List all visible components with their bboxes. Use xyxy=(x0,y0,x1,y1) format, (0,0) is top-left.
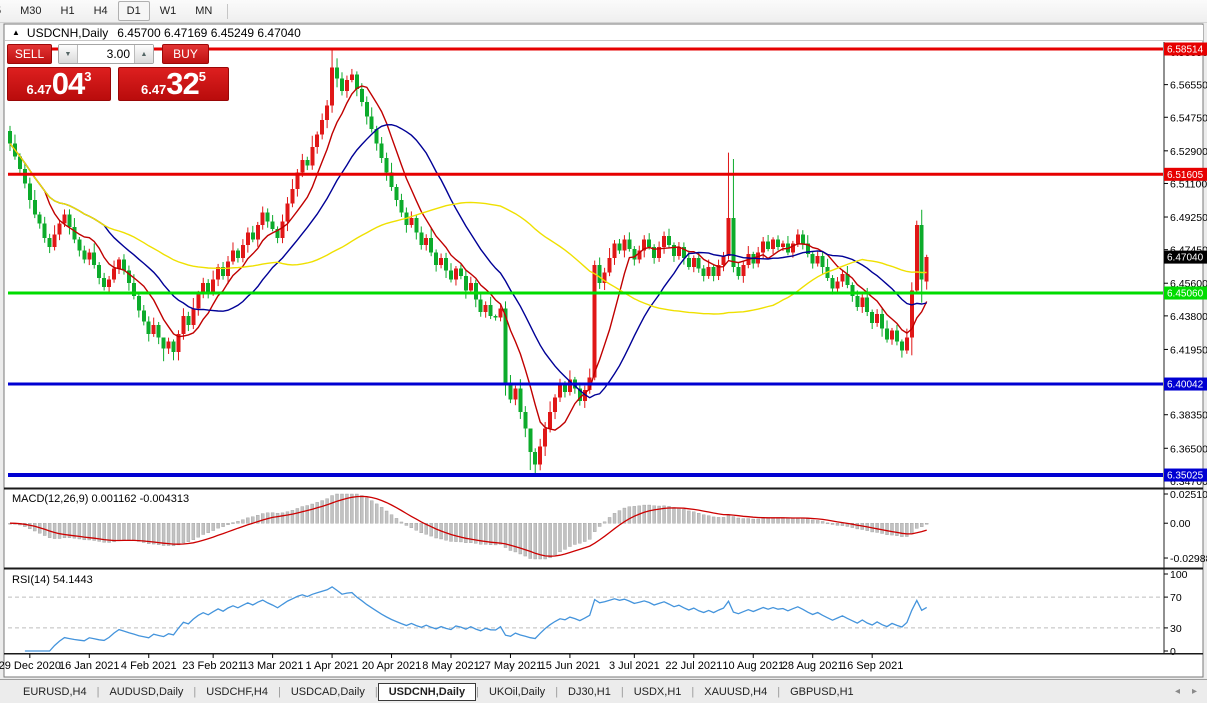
tab-dj30-h1[interactable]: DJ30,H1 xyxy=(558,683,621,701)
tab-scroll-right-icon[interactable]: ▸ xyxy=(1192,686,1197,697)
timeframe-h1[interactable]: H1 xyxy=(52,1,84,21)
chart-tab-bar: EURUSD,H4|AUDUSD,Daily|USDCHF,H4|USDCAD,… xyxy=(0,679,1207,703)
buy-button[interactable]: BUY xyxy=(162,44,209,64)
date-tick-label: 15 Jun 2021 xyxy=(540,660,601,672)
tab-usdcad-daily[interactable]: USDCAD,Daily xyxy=(281,683,375,701)
sell-button[interactable]: SELL xyxy=(7,44,52,64)
timeframe-h4[interactable]: H4 xyxy=(85,1,117,21)
collapse-chart-icon[interactable]: ▲ xyxy=(12,28,20,37)
buy-price-display[interactable]: 6.47325 xyxy=(118,67,229,101)
volume-input[interactable] xyxy=(78,45,134,63)
date-tick-label: 22 Jul 2021 xyxy=(665,660,722,672)
date-tick-label: 20 Apr 2021 xyxy=(362,660,421,672)
date-tick-label: 13 Mar 2021 xyxy=(242,660,304,672)
tab-xauusd-h4[interactable]: XAUUSD,H4 xyxy=(694,683,777,701)
date-tick-label: 29 Dec 2020 xyxy=(0,660,61,672)
timeframe-w1[interactable]: W1 xyxy=(151,1,186,21)
rsi-tick-label: 0 xyxy=(1170,646,1176,658)
timeframe-d1[interactable]: D1 xyxy=(118,1,150,21)
date-tick-label: 16 Sep 2021 xyxy=(841,660,903,672)
price-tick-label: 6.36500 xyxy=(1170,443,1207,455)
chart-ohlc-values: 6.45700 6.47169 6.45249 6.47040 xyxy=(117,26,301,40)
main-chart-panel xyxy=(8,42,1163,486)
date-tick-label: 1 Apr 2021 xyxy=(305,660,358,672)
rsi-label: RSI(14) 54.1443 xyxy=(12,574,93,586)
sell-price-display[interactable]: 6.47043 xyxy=(7,67,111,101)
tab-strip: EURUSD,H4|AUDUSD,Daily|USDCHF,H4|USDCAD,… xyxy=(13,683,864,701)
price-tick-label: 6.54750 xyxy=(1170,112,1207,124)
date-tick-label: 27 May 2021 xyxy=(479,660,543,672)
tab-usdx-h1[interactable]: USDX,H1 xyxy=(624,683,692,701)
timeframe-m30[interactable]: M30 xyxy=(11,1,50,21)
price-tick-label: 6.49250 xyxy=(1170,212,1207,224)
chart-canvas[interactable]: 6.583506.565506.547506.529006.511006.492… xyxy=(0,0,1207,703)
tab-eurusd-h4[interactable]: EURUSD,H4 xyxy=(13,683,97,701)
sell-price-big: 04 xyxy=(52,68,84,100)
macd-label: MACD(12,26,9) 0.001162 -0.004313 xyxy=(12,493,189,505)
price-tick-label: 6.56550 xyxy=(1170,80,1207,92)
date-tick-label: 3 Jul 2021 xyxy=(609,660,660,672)
tab-audusd-daily[interactable]: AUDUSD,Daily xyxy=(99,683,193,701)
timeframe-5[interactable]: 5 xyxy=(0,1,10,21)
tab-usdchf-h4[interactable]: USDCHF,H4 xyxy=(196,683,278,701)
date-tick-label: 23 Feb 2021 xyxy=(182,660,244,672)
tab-scroll-arrows: ◂ ▸ xyxy=(1175,686,1197,697)
macd-tick-label: 0.025108 xyxy=(1170,489,1207,501)
chart-symbol-title: USDCNH,Daily xyxy=(27,26,108,40)
tab-ukoil-daily[interactable]: UKOil,Daily xyxy=(479,683,555,701)
price-tick-label: 6.43800 xyxy=(1170,311,1207,323)
one-click-trade-panel: SELL ▼ ▲ BUY 6.47043 6.47325 xyxy=(7,44,229,101)
rsi-tick-label: 100 xyxy=(1170,569,1188,581)
date-tick-label: 28 Aug 2021 xyxy=(782,660,844,672)
timeframe-toolbar: 5M30H1H4D1W1MN xyxy=(0,0,1207,23)
price-badge-label: 6.45060 xyxy=(1167,289,1204,300)
sell-price-prefix: 6.47 xyxy=(26,82,51,97)
chart-title-bar[interactable]: ▲ USDCNH,Daily 6.45700 6.47169 6.45249 6… xyxy=(5,25,1203,41)
rsi-tick-label: 30 xyxy=(1170,623,1182,635)
macd-tick-label: -0.02988 xyxy=(1170,553,1207,565)
price-badge-label: 6.58514 xyxy=(1167,45,1204,56)
toolbar-separator xyxy=(227,4,228,19)
date-tick-label: 10 Aug 2021 xyxy=(722,660,784,672)
macd-tick-label: 0.00 xyxy=(1170,518,1191,530)
rsi-tick-label: 70 xyxy=(1170,592,1182,604)
buy-price-prefix: 6.47 xyxy=(141,82,166,97)
tab-scroll-left-icon[interactable]: ◂ xyxy=(1175,686,1180,697)
price-tick-label: 6.41950 xyxy=(1170,344,1207,356)
tab-usdcnh-daily[interactable]: USDCNH,Daily xyxy=(378,683,476,701)
sell-price-pipette: 3 xyxy=(84,69,91,84)
volume-stepper: ▼ ▲ xyxy=(58,44,154,64)
buy-price-pipette: 5 xyxy=(199,69,206,84)
volume-increase-icon[interactable]: ▲ xyxy=(134,45,153,63)
price-tick-label: 6.52900 xyxy=(1170,146,1207,158)
tab-gbpusd-h1[interactable]: GBPUSD,H1 xyxy=(780,683,864,701)
price-badge-label: 6.40042 xyxy=(1167,380,1204,391)
date-tick-label: 4 Feb 2021 xyxy=(121,660,177,672)
volume-decrease-icon[interactable]: ▼ xyxy=(59,45,78,63)
timeframe-mn[interactable]: MN xyxy=(186,1,221,21)
date-tick-label: 16 Jan 2021 xyxy=(59,660,120,672)
buy-price-big: 32 xyxy=(166,68,198,100)
chart-plot-background[interactable] xyxy=(8,42,1163,486)
price-badge-label: 6.47040 xyxy=(1167,253,1204,264)
price-badge-label: 6.35025 xyxy=(1167,471,1204,482)
price-tick-label: 6.38350 xyxy=(1170,410,1207,422)
date-tick-label: 8 May 2021 xyxy=(422,660,479,672)
price-badge-label: 6.51605 xyxy=(1167,170,1204,181)
